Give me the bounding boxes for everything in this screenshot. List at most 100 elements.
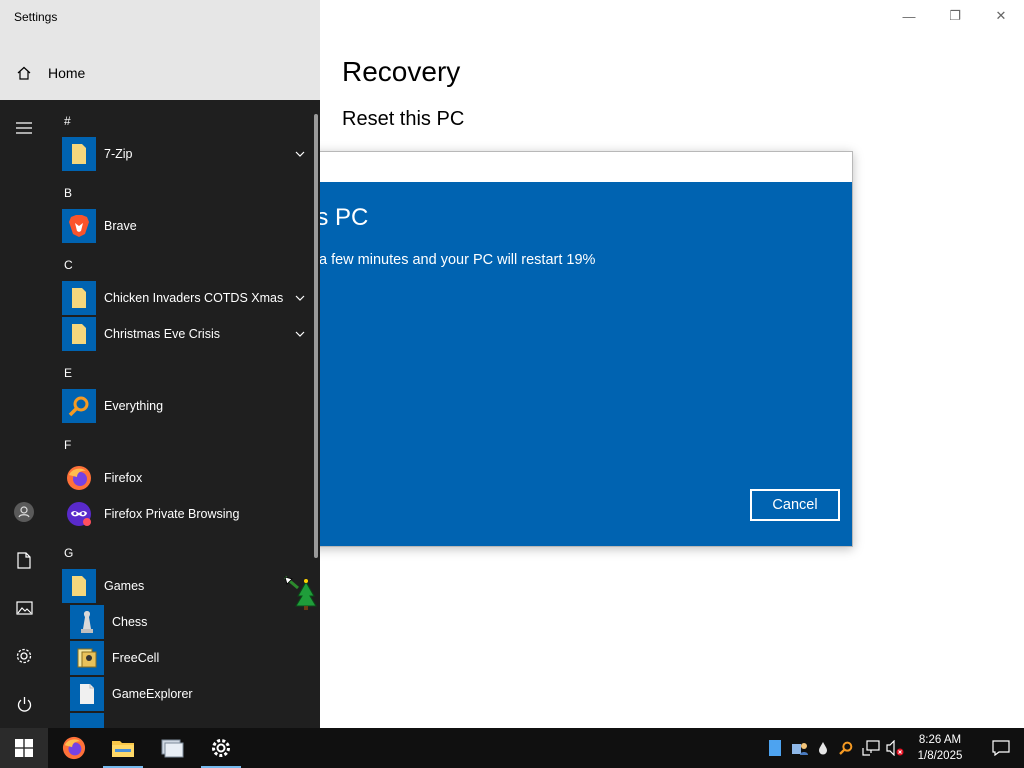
app-label: Firefox Private Browsing bbox=[104, 507, 240, 521]
app-item-freecell[interactable]: FreeCell bbox=[70, 640, 308, 676]
app-label: Games bbox=[104, 579, 145, 593]
gear-icon bbox=[16, 648, 32, 664]
firefox-icon bbox=[62, 736, 86, 760]
app-label: Chess bbox=[112, 615, 148, 629]
app-label: Brave bbox=[104, 219, 137, 233]
notification-icon bbox=[992, 740, 1010, 756]
action-center-button[interactable] bbox=[986, 728, 1016, 768]
gear-icon bbox=[212, 739, 230, 757]
settings-nav-header: Settings Home bbox=[0, 0, 320, 100]
clock-time: 8:26 AM bbox=[918, 734, 962, 746]
section-title: Reset this PC bbox=[342, 108, 465, 130]
christmas-tree-cursor-icon bbox=[284, 575, 318, 617]
power-button[interactable] bbox=[0, 684, 48, 724]
app-label: Firefox bbox=[104, 471, 143, 485]
chess-icon bbox=[70, 605, 104, 639]
taskbar-settings[interactable] bbox=[197, 728, 245, 768]
letter-header[interactable]: G bbox=[64, 546, 73, 560]
start-menu-scrollbar[interactable] bbox=[314, 114, 318, 558]
folder-icon bbox=[62, 281, 96, 315]
app-item-games[interactable]: Games bbox=[62, 568, 308, 604]
hamburger-icon bbox=[16, 122, 32, 134]
app-item-chicken-invaders[interactable]: Chicken Invaders COTDS Xmas bbox=[62, 280, 308, 316]
start-left-rail bbox=[0, 100, 48, 728]
letter-header[interactable]: E bbox=[64, 366, 72, 380]
app-item-brave[interactable]: Brave bbox=[62, 208, 308, 244]
chevron-down-icon[interactable] bbox=[292, 295, 308, 301]
window-title: Settings bbox=[14, 10, 58, 24]
tray-drop-icon[interactable] bbox=[814, 728, 832, 768]
window-app-icon bbox=[161, 739, 184, 758]
taskbar: 8:26 AM 1/8/2025 bbox=[0, 728, 1024, 768]
minimize-button[interactable]: — bbox=[886, 0, 932, 32]
folder-icon bbox=[112, 741, 134, 757]
app-item-christmas-eve-crisis[interactable]: Christmas Eve Crisis bbox=[62, 316, 308, 352]
app-label: Christmas Eve Crisis bbox=[104, 327, 220, 341]
letter-header[interactable]: C bbox=[64, 258, 73, 272]
reset-pc-dialog: is PC a few minutes and your PC will res… bbox=[300, 151, 853, 547]
document-icon bbox=[70, 677, 104, 711]
dialog-title-strip bbox=[301, 152, 852, 182]
app-item-everything[interactable]: Everything bbox=[62, 388, 308, 424]
app-item-partial[interactable] bbox=[70, 712, 308, 728]
pictures-icon bbox=[15, 601, 33, 615]
app-label: FreeCell bbox=[112, 651, 160, 665]
desktop: Settings Home — ❐ ✕ Recovery Reset this … bbox=[0, 0, 1024, 768]
start-button[interactable] bbox=[0, 728, 48, 768]
volume-muted-icon[interactable] bbox=[884, 728, 906, 768]
user-account-button[interactable] bbox=[0, 492, 48, 532]
letter-header[interactable]: F bbox=[64, 438, 71, 452]
chevron-down-icon[interactable] bbox=[292, 151, 308, 157]
taskbar-firefox[interactable] bbox=[50, 728, 98, 768]
letter-header[interactable]: # bbox=[64, 114, 71, 128]
firefox-private-icon bbox=[62, 497, 96, 531]
home-label: Home bbox=[48, 65, 86, 81]
power-icon bbox=[17, 696, 31, 712]
app-item-7zip[interactable]: 7-Zip bbox=[62, 136, 308, 172]
app-item-firefox[interactable]: Firefox bbox=[62, 460, 308, 496]
taskbar-file-explorer[interactable] bbox=[99, 728, 147, 768]
network-icon[interactable] bbox=[860, 728, 882, 768]
home-icon bbox=[0, 65, 48, 81]
dialog-body: is PC a few minutes and your PC will res… bbox=[301, 182, 852, 546]
app-icon bbox=[70, 713, 104, 728]
freecell-icon bbox=[70, 641, 104, 675]
app-item-firefox-private[interactable]: Firefox Private Browsing bbox=[62, 496, 308, 532]
magnifier-icon bbox=[62, 389, 96, 423]
hamburger-menu-button[interactable] bbox=[0, 108, 48, 148]
tray-network-users-icon[interactable] bbox=[789, 728, 811, 768]
app-label: 7-Zip bbox=[104, 147, 133, 161]
cancel-button[interactable]: Cancel bbox=[750, 489, 840, 521]
close-button[interactable]: ✕ bbox=[978, 0, 1024, 32]
app-label: Everything bbox=[104, 399, 164, 413]
app-item-chess[interactable]: Chess bbox=[70, 604, 308, 640]
home-nav-item[interactable]: Home bbox=[0, 58, 320, 88]
user-icon bbox=[14, 502, 34, 522]
settings-button[interactable] bbox=[0, 636, 48, 676]
page-title: Recovery bbox=[342, 56, 461, 87]
app-list: # 7-Zip B Brave C Chicken Invaders COTDS… bbox=[48, 100, 314, 728]
app-item-gameexplorer[interactable]: GameExplorer bbox=[70, 676, 308, 712]
document-icon bbox=[17, 551, 31, 569]
window-controls: — ❐ ✕ bbox=[886, 0, 1024, 32]
tray-window-icon bbox=[769, 740, 781, 756]
chevron-down-icon[interactable] bbox=[292, 331, 308, 337]
letter-header[interactable]: B bbox=[64, 186, 72, 200]
progress-message: a few minutes and your PC will restart 1… bbox=[319, 252, 596, 268]
app-label: GameExplorer bbox=[112, 687, 193, 701]
pictures-button[interactable] bbox=[0, 588, 48, 628]
documents-button[interactable] bbox=[0, 540, 48, 580]
windows-logo-icon bbox=[15, 739, 33, 757]
brave-icon bbox=[62, 209, 96, 243]
firefox-icon bbox=[62, 461, 96, 495]
folder-icon bbox=[62, 569, 96, 603]
taskbar-clock[interactable]: 8:26 AM 1/8/2025 bbox=[910, 732, 970, 764]
clock-date: 1/8/2025 bbox=[917, 750, 963, 762]
taskbar-app[interactable] bbox=[148, 728, 196, 768]
app-label: Chicken Invaders COTDS Xmas bbox=[104, 291, 284, 305]
tray-everything-icon[interactable] bbox=[836, 728, 856, 768]
folder-icon bbox=[62, 317, 96, 351]
maximize-button[interactable]: ❐ bbox=[932, 0, 978, 32]
folder-icon bbox=[62, 137, 96, 171]
tray-app-icon[interactable] bbox=[766, 728, 784, 768]
